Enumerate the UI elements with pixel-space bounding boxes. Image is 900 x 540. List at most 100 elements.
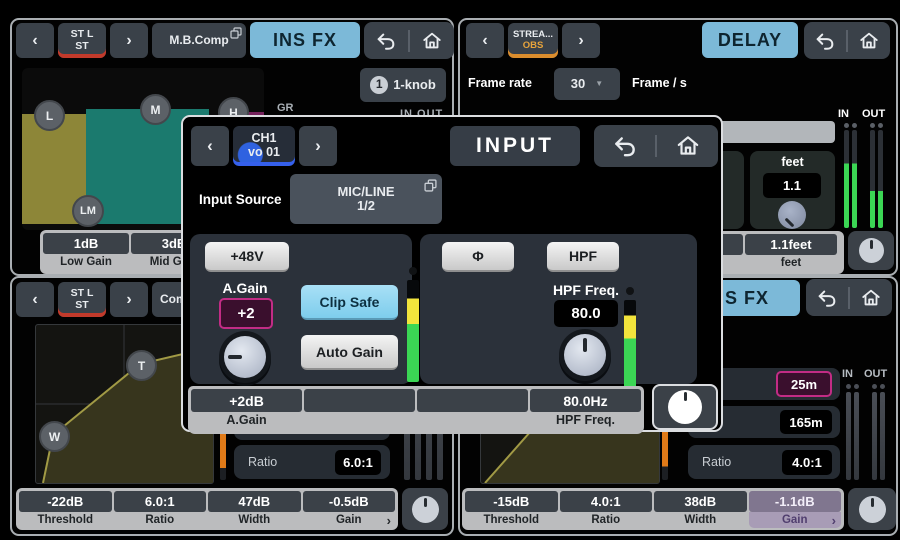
again-value[interactable]: +2	[219, 298, 273, 329]
home-button[interactable]	[848, 22, 890, 59]
release-value[interactable]: 165m	[780, 410, 832, 434]
meter-peak-dot	[409, 267, 417, 275]
home-button[interactable]	[657, 125, 718, 167]
param-cell-gain[interactable]: -0.5dB Gain›	[302, 490, 397, 528]
param-cell-threshold[interactable]: -15dB Threshold	[464, 490, 559, 528]
in-meter-r	[852, 130, 857, 228]
again-knob[interactable]	[224, 336, 266, 378]
mid-band-handle[interactable]: M	[140, 94, 171, 125]
delay-feet-box: feet 1.1	[750, 151, 835, 229]
hpf-knob[interactable]	[564, 334, 606, 376]
gr-label: GR	[277, 102, 294, 114]
param-cell-ratio[interactable]: 6.0:1 Ratio	[113, 490, 208, 528]
back-chevron-icon: ‹	[32, 32, 37, 50]
width-handle[interactable]: W	[39, 421, 70, 452]
attack-value[interactable]: 25m	[776, 371, 832, 397]
param-cell-gain-selected[interactable]: -1.1dB Gain›	[748, 490, 843, 528]
fwd-chevron-icon: ›	[315, 137, 321, 156]
home-icon	[421, 30, 443, 52]
gain-label: Gain	[782, 514, 808, 526]
comp-prev-button[interactable]: ‹	[16, 282, 54, 317]
meter-peak-dot	[880, 384, 885, 389]
mbcomp-prev-button[interactable]: ‹	[16, 23, 54, 58]
home-icon	[860, 287, 882, 309]
frame-rate-dropdown[interactable]: 30 ▼	[554, 68, 620, 100]
mbcomp-fxname-button[interactable]: M.B.Comp	[152, 23, 246, 58]
ratio-value[interactable]: 6.0:1	[335, 450, 381, 475]
ratio-row: Ratio 6.0:1	[234, 445, 390, 479]
auto-gain-button[interactable]: Auto Gain	[301, 335, 398, 370]
source-line1: MIC/LINE	[337, 185, 394, 199]
comp-assigned-knob-button[interactable]	[402, 488, 448, 530]
param-cell-width[interactable]: 38dB Width	[653, 490, 748, 528]
low-band-handle[interactable]: L	[34, 100, 65, 131]
post-hpf-level-meter	[624, 300, 636, 396]
out-meter-l	[870, 130, 875, 228]
out-meter-r	[880, 392, 885, 480]
home-button[interactable]	[850, 279, 892, 316]
insfx2-bottom-bar: -15dB Threshold 4.0:1 Ratio 38dB Width -…	[462, 488, 844, 530]
param-cell-ratio[interactable]: 4.0:1 Ratio	[559, 490, 654, 528]
phantom-48v-button[interactable]: +48V	[205, 242, 289, 272]
param-cell-again[interactable]: +2dB A.Gain	[190, 388, 303, 432]
delay-assigned-knob-button[interactable]	[848, 231, 894, 270]
one-knob-number-icon: 1	[370, 76, 388, 94]
param-cell-feet[interactable]: 1.1feet feet	[744, 233, 838, 272]
param-cell-threshold[interactable]: -22dB Threshold	[18, 490, 113, 528]
param-cell-width[interactable]: 47dB Width	[207, 490, 302, 528]
meter-peak-dot	[846, 384, 851, 389]
input-assigned-knob-button[interactable]	[652, 384, 718, 430]
input-next-channel-button[interactable]: ›	[299, 126, 337, 166]
insfx2-nav-group	[806, 279, 892, 316]
comp-channel-button[interactable]: ST L ST	[58, 282, 106, 317]
copy-icon[interactable]	[424, 179, 437, 192]
input-channel-button[interactable]: CH1 vo 01	[233, 126, 295, 166]
comp-next-button[interactable]: ›	[110, 282, 148, 317]
delay-channel-button[interactable]: STREA... OBS	[508, 23, 558, 58]
input-prev-channel-button[interactable]: ‹	[191, 126, 229, 166]
input-nav-group	[594, 125, 718, 167]
mbcomp-next-button[interactable]: ›	[110, 23, 148, 58]
lowmid-crossover-handle[interactable]: LM	[72, 195, 104, 227]
feet-label: feet	[750, 155, 835, 169]
clip-safe-button[interactable]: Clip Safe	[301, 285, 398, 320]
param-cell-empty[interactable]	[303, 388, 416, 432]
one-knob-button[interactable]: 1 1-knob	[360, 68, 446, 102]
insfx2-assigned-knob-button[interactable]	[848, 488, 896, 530]
ratio-label: Ratio	[248, 455, 277, 469]
out-meter-r	[878, 130, 883, 228]
copy-icon[interactable]	[230, 27, 242, 39]
knob-icon	[412, 496, 439, 523]
param-cell-lowgain[interactable]: 1dB Low Gain	[42, 232, 130, 272]
input-dialog-title: INPUT	[450, 126, 580, 166]
delay-next-button[interactable]: ›	[562, 23, 600, 58]
hpf-freq-value[interactable]: 80.0	[554, 300, 618, 327]
knob-icon	[859, 496, 886, 523]
console-screen: ‹ ST L ST › M.B.Comp INS FX L M H LM GR …	[0, 0, 900, 540]
input-bottom-bar: +2dB A.Gain 80.0Hz HPF Freq.	[188, 386, 644, 434]
undo-button[interactable]	[806, 279, 848, 316]
undo-button[interactable]	[364, 22, 408, 59]
meter-peak-dot	[844, 123, 849, 128]
undo-button[interactable]	[804, 22, 846, 59]
threshold-handle[interactable]: T	[126, 350, 157, 381]
home-button[interactable]	[410, 22, 454, 59]
feet-knob[interactable]	[778, 201, 806, 229]
hpf-button[interactable]: HPF	[547, 242, 619, 272]
feet-value[interactable]: 1.1	[763, 173, 821, 198]
ratio-value[interactable]: 4.0:1	[782, 450, 832, 475]
input-level-meter	[407, 280, 419, 382]
undo-icon	[816, 287, 838, 309]
mbcomp-channel-button[interactable]: ST L ST	[58, 23, 106, 58]
param-cell-hpffreq[interactable]: 80.0Hz HPF Freq.	[529, 388, 642, 432]
back-chevron-icon: ‹	[32, 291, 37, 309]
back-chevron-icon: ‹	[482, 32, 487, 50]
frame-rate-label: Frame rate	[468, 76, 532, 90]
phase-button[interactable]: Φ	[442, 242, 514, 272]
meter-peak-dot	[870, 123, 875, 128]
delay-prev-button[interactable]: ‹	[466, 23, 504, 58]
home-icon	[675, 133, 701, 159]
input-source-button[interactable]: MIC/LINE 1/2	[290, 174, 442, 224]
param-cell-empty[interactable]	[416, 388, 529, 432]
undo-button[interactable]	[594, 125, 655, 167]
